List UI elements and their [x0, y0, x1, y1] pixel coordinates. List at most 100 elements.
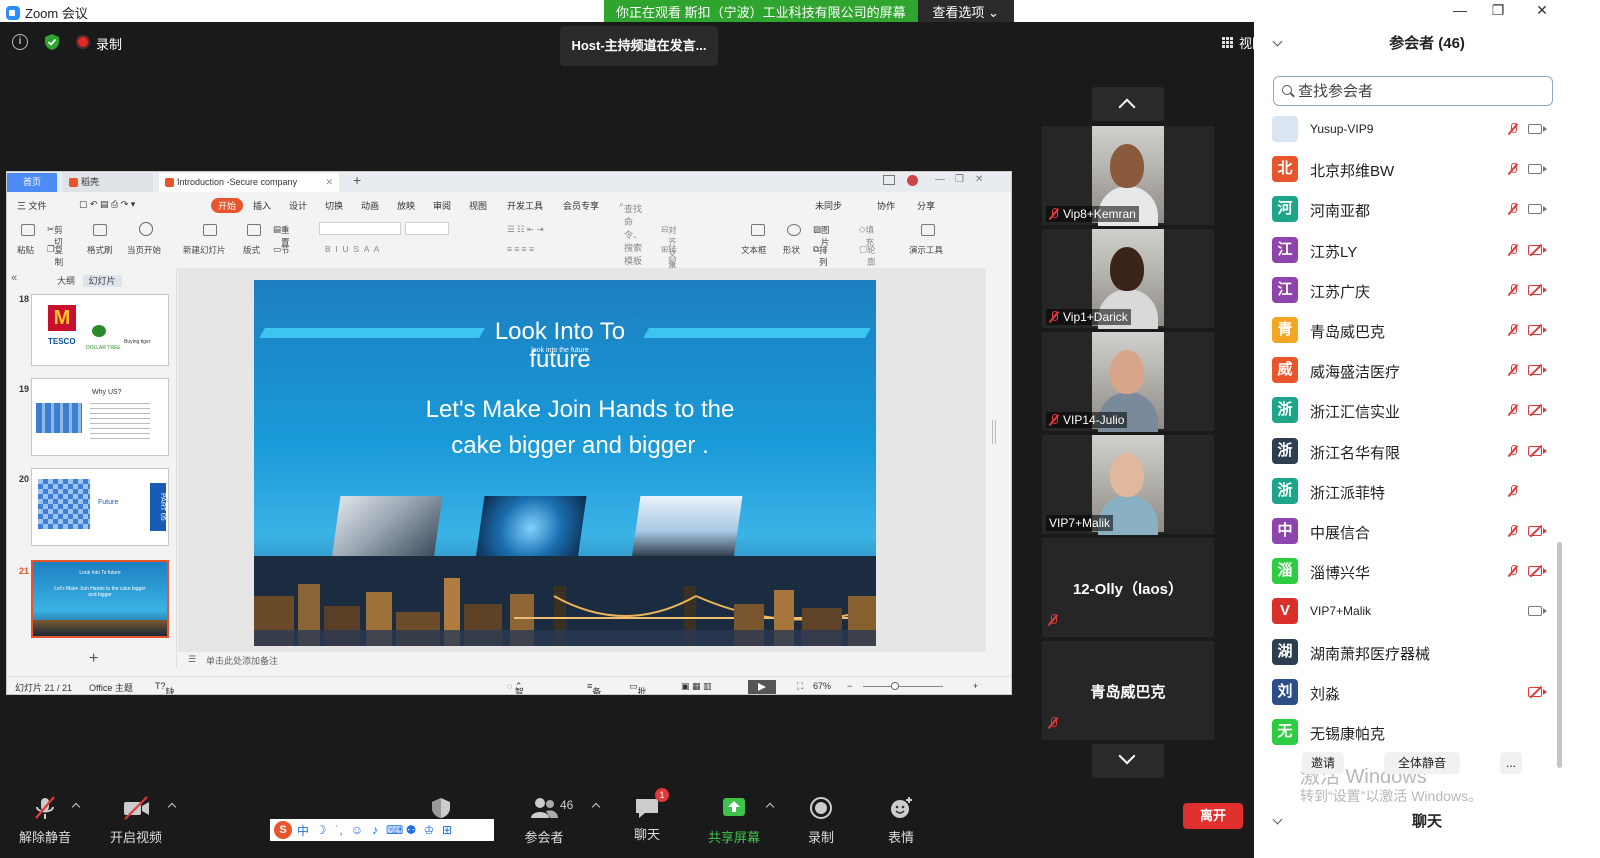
more-options-button[interactable]: ...: [1500, 752, 1522, 774]
new-slide-icon[interactable]: [203, 224, 217, 236]
align-buttons[interactable]: ≡ ≡ ≡ ≡: [507, 244, 534, 254]
ime-emoji-icon[interactable]: ☺: [350, 823, 364, 837]
close-button[interactable]: ✕: [1520, 0, 1564, 22]
encryption-shield-icon[interactable]: [44, 33, 60, 51]
tab-close-icon[interactable]: ✕: [325, 173, 333, 192]
play-slideshow-icon[interactable]: [139, 222, 153, 236]
ime-moon-icon[interactable]: ☽: [314, 823, 328, 837]
participant-row[interactable]: V VIP7+Malik: [1254, 592, 1554, 632]
picture-button[interactable]: ▨ 图片: [813, 224, 830, 247]
comments-toggle[interactable]: ▭ 批注: [629, 681, 647, 694]
share-screen-button[interactable]: 共享屏幕: [704, 786, 764, 846]
menu-review[interactable]: 审阅: [433, 199, 451, 212]
participant-list-scrollbar[interactable]: [1557, 542, 1562, 768]
meeting-info-icon[interactable]: i: [12, 34, 28, 50]
slide-body-line1[interactable]: Let's Make Join Hands to the: [254, 396, 876, 424]
shape-label[interactable]: 形状: [783, 244, 800, 256]
tablet-network-photo[interactable]: [475, 496, 587, 560]
textbox-icon[interactable]: [751, 224, 765, 236]
participant-row[interactable]: 江江苏LY: [1254, 231, 1554, 271]
reset-button[interactable]: ▤ 重置: [273, 224, 290, 247]
menu-design[interactable]: 设计: [289, 199, 307, 212]
participant-row[interactable]: Yusup-VIP9: [1254, 110, 1554, 150]
zoom-slider[interactable]: [863, 686, 943, 687]
wps-minimize-button[interactable]: —: [935, 174, 945, 185]
arrange-button[interactable]: ⧉ 排列: [813, 244, 828, 267]
mute-all-button[interactable]: 全体静音: [1384, 752, 1460, 774]
share-options-caret[interactable]: [765, 802, 775, 812]
align-text-button[interactable]: ⊟ 对齐文本: [661, 224, 677, 271]
notes-toggle[interactable]: ≡ 备注: [587, 681, 601, 694]
menu-developer[interactable]: 开发工具: [507, 199, 543, 212]
view-mode-buttons[interactable]: ▣ ▦ ▥: [681, 681, 712, 692]
menu-animation[interactable]: 动画: [361, 199, 379, 212]
participant-row[interactable]: 北北京邦维BW: [1254, 150, 1554, 190]
tab-slides[interactable]: 幻灯片: [82, 275, 122, 287]
fill-button[interactable]: ◇ 填充: [859, 224, 874, 247]
theme-label[interactable]: Office 主题: [89, 681, 133, 694]
section-button[interactable]: ▭ 节: [273, 244, 290, 255]
layout-icon[interactable]: [883, 175, 895, 185]
zoom-out-button[interactable]: −: [847, 681, 852, 691]
new-tab-button[interactable]: +: [353, 172, 361, 188]
paste-label[interactable]: 粘贴: [17, 244, 34, 256]
zoom-level[interactable]: 67%: [813, 681, 831, 691]
unmute-button[interactable]: 解除静音: [14, 786, 76, 846]
collapse-pane-icon[interactable]: «: [11, 272, 17, 284]
participant-row[interactable]: 湖湖南萧邦医疗器械: [1254, 633, 1554, 673]
ime-user-icon[interactable]: ⚉: [404, 823, 418, 837]
start-video-button[interactable]: 开启视频: [104, 786, 168, 846]
copy-button[interactable]: ❐ 复制: [47, 244, 63, 267]
ime-skin-icon[interactable]: ♔: [422, 823, 436, 837]
ime-voice-icon[interactable]: ♪: [368, 823, 382, 837]
participant-row[interactable]: 中中展信合: [1254, 512, 1554, 552]
layout-icon-btn[interactable]: [247, 224, 261, 236]
format-painter-icon[interactable]: [93, 224, 107, 236]
format-painter-label[interactable]: 格式刷: [87, 244, 113, 256]
menu-transition[interactable]: 切换: [325, 199, 343, 212]
view-options-button[interactable]: 查看选项 ⌄: [917, 0, 1014, 22]
slide-thumbnail-19[interactable]: Why US?: [31, 378, 169, 456]
ime-mode-chinese[interactable]: 中: [296, 822, 310, 839]
presentation-tools-label[interactable]: 演示工具: [909, 244, 943, 256]
layout-label[interactable]: 版式: [243, 244, 260, 256]
menu-view[interactable]: 视图: [469, 199, 487, 212]
participant-search-box[interactable]: [1273, 76, 1553, 106]
slide-thumbnail-18[interactable]: M TESCO DOLLAR TREE Buying tiger: [31, 294, 169, 366]
slide-thumbnail-20[interactable]: Future PART 05: [31, 468, 169, 546]
cut-button[interactable]: ✂ 剪切: [47, 224, 63, 247]
presentation-tools-icon[interactable]: [921, 224, 935, 236]
wps-tab-docer[interactable]: 稻壳: [63, 173, 153, 192]
participants-options-caret[interactable]: [591, 802, 601, 812]
zoom-in-button[interactable]: +: [973, 681, 978, 691]
video-tile[interactable]: Vip1+Darick: [1042, 229, 1214, 329]
participant-row[interactable]: 浙浙江名华有限: [1254, 432, 1554, 472]
slide-title-line1[interactable]: Look Into To: [254, 318, 866, 346]
slide-editing-area[interactable]: Look Into To future look into the future…: [178, 268, 986, 652]
list-buttons[interactable]: ☰ ☷ ⇤ ⇥: [507, 224, 544, 235]
font-style-buttons[interactable]: B I U S A A: [325, 244, 379, 254]
quick-access-icons[interactable]: ▢ ↶ ▤ ⎙ ↷ ▾: [79, 199, 135, 210]
participant-row[interactable]: 浙浙江汇信实业: [1254, 391, 1554, 431]
restore-button[interactable]: ❐: [1476, 0, 1520, 22]
notes-bar[interactable]: ☰ 单击此处添加备注: [178, 650, 986, 668]
scroll-videos-up-button[interactable]: [1092, 87, 1164, 121]
participant-row[interactable]: 威威海盛洁医疗: [1254, 351, 1554, 391]
start-slideshow-button[interactable]: [748, 680, 776, 694]
split-drag-handle[interactable]: [992, 420, 996, 444]
reactions-button[interactable]: 表情: [880, 786, 922, 846]
zoom-slider-thumb[interactable]: [891, 682, 899, 690]
chat-button[interactable]: 1 聊天: [624, 786, 670, 843]
video-tile[interactable]: VIP7+Malik: [1042, 435, 1214, 535]
participant-row[interactable]: 青青岛威巴克: [1254, 311, 1554, 351]
scroll-videos-down-button[interactable]: [1092, 744, 1164, 778]
play-from-current-label[interactable]: 当页开始: [127, 244, 161, 256]
outline-button[interactable]: ▢ 轮廓: [859, 244, 876, 267]
input-method-toolbar[interactable]: S 中 ☽ ˙, ☺ ♪ ⌨ ⚉ ♔ ⊞: [270, 819, 494, 841]
collaborate-button[interactable]: 协作: [877, 199, 895, 212]
participant-row[interactable]: 江江苏广庆: [1254, 271, 1554, 311]
security-shield-icon[interactable]: [430, 796, 452, 820]
font-family-field[interactable]: [319, 222, 401, 235]
command-search[interactable]: ⌕ 查找命令、搜索模板: [619, 199, 642, 266]
ime-punctuation-icon[interactable]: ˙,: [332, 823, 346, 837]
